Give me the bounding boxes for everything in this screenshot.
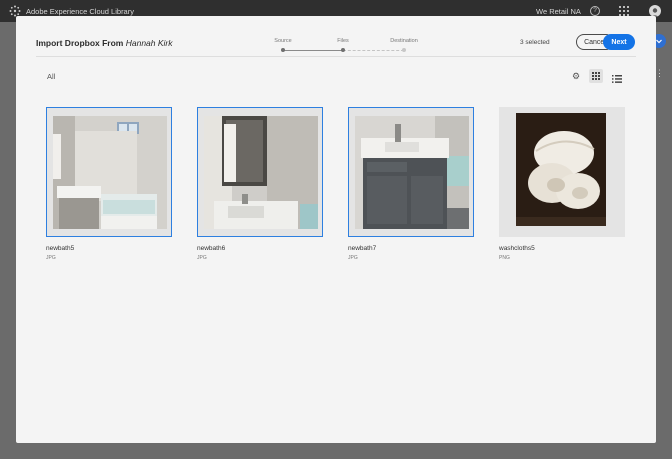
step-files-label: Files: [337, 38, 349, 44]
file-card[interactable]: washcloths5 PNG: [499, 107, 625, 261]
bathroom-photo-image: [204, 116, 318, 229]
help-icon[interactable]: ?: [590, 6, 600, 16]
apps-grid-icon[interactable]: [619, 6, 629, 16]
gear-icon[interactable]: ⚙: [572, 71, 582, 81]
file-name: newbath5: [46, 245, 75, 252]
dialog-title-text: Import Dropbox From: [36, 38, 124, 48]
step-destination-label: Destination: [390, 38, 418, 44]
selected-count: 3 selected: [520, 39, 550, 46]
import-dialog: Import Dropbox From Hannah Kirk Source F…: [16, 16, 656, 443]
file-thumbnail[interactable]: [499, 107, 625, 237]
next-button[interactable]: Next: [603, 34, 635, 50]
bathroom-photo-image: [53, 116, 167, 229]
progress-stepper: Source Files Destination: [266, 34, 418, 54]
file-name: newbath7: [348, 245, 377, 252]
file-type: PNG: [499, 255, 510, 261]
file-card[interactable]: newbath7 JPG: [348, 107, 474, 261]
step-files-dot: [341, 48, 345, 52]
grid-view-icon[interactable]: [589, 69, 603, 83]
dialog-title: Import Dropbox From Hannah Kirk: [36, 38, 173, 48]
file-type: JPG: [348, 255, 358, 261]
dialog-title-user: Hannah Kirk: [125, 38, 173, 48]
filter-all[interactable]: All: [47, 72, 55, 81]
org-switcher[interactable]: We Retail NA: [536, 7, 581, 16]
file-card[interactable]: newbath6 JPG: [197, 107, 323, 261]
more-icon: ⋮: [655, 68, 664, 78]
file-thumbnail[interactable]: [46, 107, 172, 237]
step-connector: [283, 49, 343, 51]
file-type: JPG: [197, 255, 207, 261]
file-type: JPG: [46, 255, 56, 261]
step-source-label: Source: [274, 38, 292, 44]
step-destination-dot: [402, 48, 406, 52]
file-name: newbath6: [197, 245, 226, 252]
step-connector-pending: [343, 49, 404, 51]
file-thumbnail[interactable]: [197, 107, 323, 237]
app-title: Adobe Experience Cloud Library: [26, 7, 134, 16]
file-thumbnail[interactable]: [348, 107, 474, 237]
file-card[interactable]: newbath5 JPG: [46, 107, 172, 261]
bathroom-photo-image: [355, 116, 469, 229]
file-name: washcloths5: [499, 245, 535, 252]
washcloth-photo-image: [516, 113, 606, 226]
header-divider: [36, 56, 636, 57]
step-source-dot: [281, 48, 285, 52]
list-view-icon[interactable]: [612, 71, 622, 83]
